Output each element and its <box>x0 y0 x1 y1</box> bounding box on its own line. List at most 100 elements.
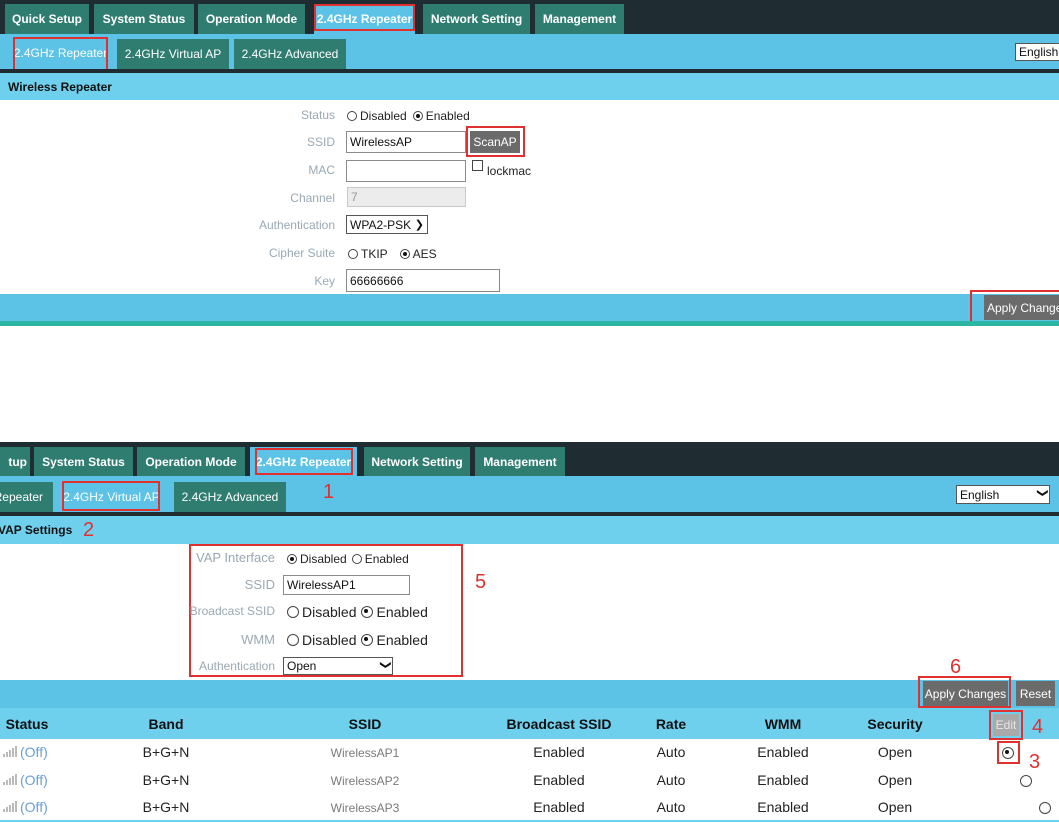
key-label: Key <box>314 274 335 288</box>
tab-network-setting[interactable]: Network Setting <box>423 4 530 34</box>
tab-quick-setup[interactable]: tup <box>0 447 30 476</box>
vap-interface-label: VAP Interface <box>195 550 275 565</box>
annotation-4: 4 <box>1032 716 1044 738</box>
status-radios: Disabled Enabled <box>347 109 470 123</box>
language-select[interactable]: English <box>1015 43 1059 61</box>
table-cell-broadcast: Enabled <box>533 744 585 760</box>
section-title-text: VAP Settings <box>0 523 73 537</box>
cipher-radios: TKIP AES <box>348 247 437 261</box>
signal-icon <box>3 801 17 812</box>
lockmac-label: lockmac <box>487 164 532 178</box>
status-label: Status <box>300 108 335 122</box>
reset-button[interactable]: Reset <box>1016 681 1055 706</box>
row-select-radio[interactable] <box>1002 747 1014 759</box>
wmm-enabled-radio[interactable] <box>361 634 374 646</box>
table-cell-ssid: WirelessAP3 <box>330 801 400 815</box>
cipher-tkip-label: TKIP <box>361 247 388 261</box>
section-title: Wireless Repeater <box>0 73 1059 100</box>
cipher-aes-radio[interactable] <box>399 249 410 259</box>
row-select-radio[interactable] <box>1038 802 1051 814</box>
auth-select[interactable]: WPA2-PSK ❯ <box>346 215 428 234</box>
broadcast-disabled-label: Disabled <box>302 604 357 620</box>
broadcast-disabled-radio[interactable] <box>287 606 299 618</box>
annotation-5: 5 <box>475 571 487 593</box>
annotation-6: 6 <box>950 656 962 678</box>
annotation-2: 2 <box>83 519 95 541</box>
wmm-enabled-label: Enabled <box>376 632 428 648</box>
status-enabled-radio[interactable] <box>412 111 423 121</box>
subtab-virtual-ap[interactable]: 2.4GHz Virtual AP <box>117 39 229 69</box>
table-cell-ssid: WirelessAP2 <box>330 774 400 788</box>
subtab-advanced[interactable]: 2.4GHz Advanced <box>174 482 286 512</box>
th-broadcast-ssid: Broadcast SSID <box>506 716 612 732</box>
tab-system-status[interactable]: System Status <box>94 4 194 34</box>
table-cell-ssid: WirelessAP1 <box>330 746 400 760</box>
table-cell-rate: Auto <box>656 799 686 815</box>
channel-input: 7 <box>347 187 466 207</box>
table-cell-broadcast: Enabled <box>533 772 585 788</box>
status-text: (Off) <box>20 799 48 815</box>
top-footer-bar <box>0 294 1059 321</box>
subtab-repeater[interactable]: 2.4GHz Repeater <box>14 39 107 67</box>
vap-enabled-radio[interactable] <box>351 554 362 564</box>
key-input[interactable]: 66666666 <box>346 269 500 292</box>
vap-enabled-label: Enabled <box>364 552 409 566</box>
tab-management[interactable]: Management <box>535 4 624 34</box>
scanap-button[interactable]: ScanAP <box>470 131 520 153</box>
tab-management[interactable]: Management <box>475 447 565 476</box>
vap-disabled-radio[interactable] <box>287 554 297 564</box>
table-cell-security: Open <box>877 799 913 815</box>
table-cell-wmm: Enabled <box>757 744 809 760</box>
subtab-advanced[interactable]: 2.4GHz Advanced <box>234 39 346 69</box>
channel-label: Channel <box>290 191 335 205</box>
vap-auth-value: Open <box>287 659 317 673</box>
bottom-action-bar <box>0 680 1059 708</box>
table-cell-wmm: Enabled <box>757 799 809 815</box>
tab-repeater[interactable]: 2.4GHz Repeater <box>314 4 415 34</box>
subtab-virtual-ap[interactable]: 2.4GHz Virtual AP <box>63 483 160 510</box>
th-wmm: WMM <box>764 716 802 732</box>
tab-system-status[interactable]: System Status <box>34 447 133 476</box>
tab-operation-mode[interactable]: Operation Mode <box>198 4 305 34</box>
cipher-aes-label: AES <box>412 247 437 261</box>
lockmac-checkbox[interactable] <box>472 159 483 171</box>
bottom-apply-button[interactable]: Apply Changes <box>923 681 1008 706</box>
table-cell-security: Open <box>877 772 913 788</box>
vap-auth-select[interactable]: Open ❯ <box>283 657 393 675</box>
status-disabled-radio[interactable] <box>347 111 357 121</box>
annotation-3: 3 <box>1029 751 1041 773</box>
table-cell-status: (Off) <box>0 772 54 788</box>
mac-input[interactable] <box>346 160 466 182</box>
ssid-label: SSID <box>306 135 335 149</box>
edit-button[interactable]: Edit <box>993 714 1019 736</box>
vap-ssid-label: SSID <box>244 577 275 592</box>
chevron-down-icon: ❯ <box>1036 488 1049 498</box>
table-cell-band: B+G+N <box>142 772 190 788</box>
vap-ssid-input[interactable]: WirelessAP1 <box>283 575 410 595</box>
th-rate: Rate <box>655 716 687 732</box>
top-apply-button[interactable]: Apply Changes <box>984 295 1059 320</box>
chevron-down-icon: ❯ <box>379 659 392 670</box>
language-value: English <box>1019 45 1059 59</box>
ssid-input[interactable]: WirelessAP <box>346 131 466 153</box>
language-select[interactable]: English ❯ <box>956 485 1050 504</box>
status-text: (Off) <box>20 744 48 760</box>
signal-icon <box>3 774 17 785</box>
wmm-disabled-radio[interactable] <box>287 634 299 646</box>
tab-repeater[interactable]: 2.4GHz Repeater <box>250 447 357 476</box>
subtab-repeater[interactable]: Repeater <box>0 482 53 512</box>
row-select-radio[interactable] <box>1020 775 1033 787</box>
lockmac-option: lockmac <box>472 159 532 178</box>
tab-network-setting[interactable]: Network Setting <box>364 447 470 476</box>
cipher-tkip-radio[interactable] <box>348 249 358 259</box>
annotation-1: 1 <box>323 481 335 503</box>
th-security: Security <box>867 716 923 732</box>
broadcast-enabled-radio[interactable] <box>361 606 374 618</box>
broadcast-enabled-label: Enabled <box>376 604 428 620</box>
tab-quick-setup[interactable]: Quick Setup <box>5 4 89 34</box>
table-cell-status: (Off) <box>0 799 54 815</box>
status-disabled-label: Disabled <box>360 109 407 123</box>
vap-disabled-label: Disabled <box>300 552 347 566</box>
broadcast-ssid-label: Broadcast SSID <box>189 604 275 618</box>
tab-operation-mode[interactable]: Operation Mode <box>137 447 245 476</box>
